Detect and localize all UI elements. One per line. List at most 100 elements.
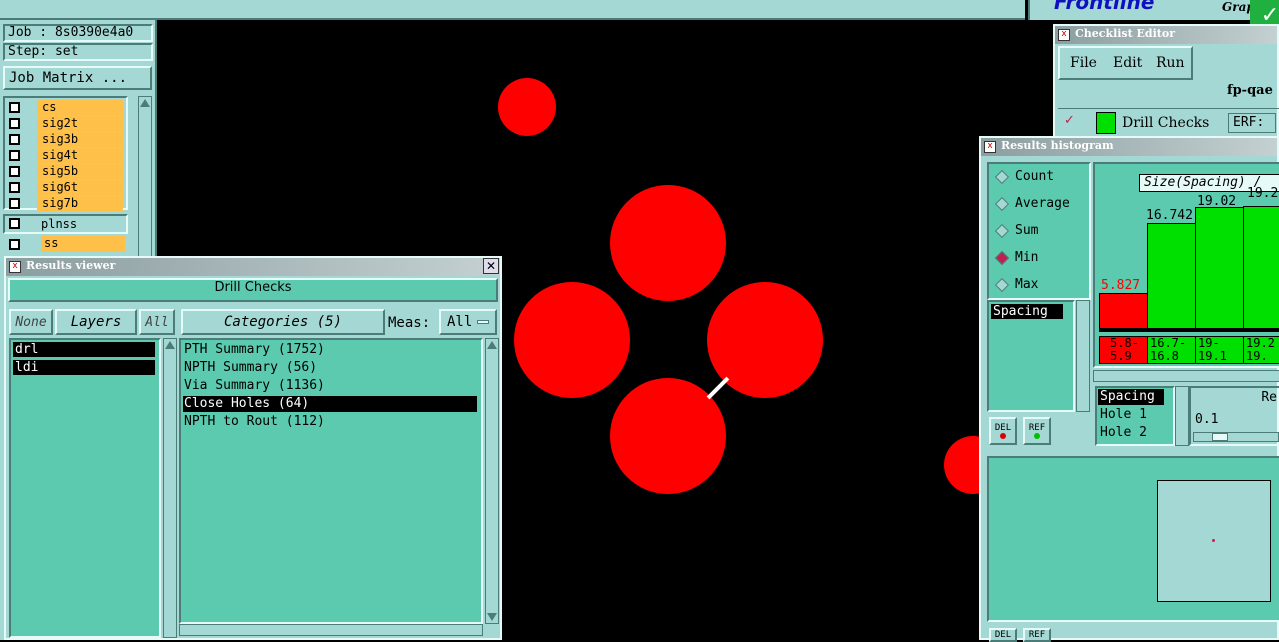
list-item-selected[interactable]: Close Holes (64) [183, 396, 477, 412]
list-item[interactable]: PTH Summary (1752) [184, 342, 325, 358]
list-item[interactable]: NPTH to Rout (112) [184, 414, 325, 430]
window-menu-icon[interactable]: x [1058, 29, 1070, 41]
radio-diamond-icon [994, 196, 1010, 212]
bin-label-bottom: 19.1 [1198, 349, 1227, 363]
layer-checkbox[interactable] [9, 134, 20, 145]
categories-button[interactable]: Categories (5) [181, 309, 385, 335]
layer-name: ss [41, 236, 125, 252]
list-item[interactable]: ldi [13, 360, 155, 375]
range-label: Re [1261, 390, 1277, 405]
del-label: DEL [994, 423, 1012, 433]
radio-max[interactable]: Max [991, 274, 1071, 296]
meas-select[interactable]: All [439, 309, 497, 335]
menu-run[interactable]: Run [1156, 55, 1185, 71]
checklist-editor-titlebar[interactable]: x Checklist Editor [1055, 26, 1277, 44]
layer-name: sig3b [37, 132, 123, 147]
radio-diamond-icon [994, 169, 1010, 185]
slider-thumb[interactable] [1212, 433, 1228, 441]
all-button[interactable]: All [139, 309, 175, 335]
window-menu-icon[interactable]: x [9, 261, 21, 273]
range-value: 0.1 [1195, 412, 1219, 427]
layer-row-ss[interactable]: ss [3, 236, 128, 254]
list-item[interactable]: drl [13, 342, 155, 357]
radio-label: Count [1015, 169, 1055, 184]
layer-checkbox[interactable] [9, 102, 20, 113]
layer-checkbox[interactable] [9, 150, 20, 161]
del-button[interactable]: DEL [989, 417, 1017, 445]
menu-file[interactable]: File [1070, 55, 1097, 71]
layers-list[interactable]: drl ldi [9, 338, 161, 638]
radio-sum[interactable]: Sum [991, 220, 1071, 242]
scroll-up-icon[interactable] [140, 99, 150, 107]
radio-count[interactable]: Count [991, 166, 1071, 188]
layer-checkbox[interactable] [9, 118, 20, 129]
bar-value-label: 16.742 [1146, 208, 1193, 223]
list-item[interactable]: Hole 1 [1100, 407, 1147, 423]
layer-scrollbar[interactable] [138, 96, 152, 266]
list-item[interactable]: NPTH Summary (56) [184, 360, 317, 376]
categories-scrollbar[interactable] [485, 338, 499, 624]
checklist-name: fp-qae [1227, 83, 1273, 98]
bin-label[interactable]: 16.7- 16.8 [1147, 336, 1196, 364]
histogram-bar[interactable] [1243, 206, 1279, 329]
panel-header: Drill Checks [8, 278, 498, 302]
layer-checkbox[interactable] [9, 218, 20, 229]
ref-label: REF [1028, 630, 1046, 640]
spacing-marker [706, 376, 730, 400]
results-viewer-titlebar[interactable]: x Results viewer [6, 258, 500, 276]
chart-hscrollbar[interactable] [1093, 370, 1279, 382]
check-mark-icon[interactable]: ✓ [1064, 113, 1075, 128]
list-item[interactable]: Hole 2 [1100, 425, 1147, 441]
layer-checkbox[interactable] [9, 182, 20, 193]
job-matrix-button[interactable]: Job Matrix ... [3, 66, 152, 90]
categories-list[interactable]: PTH Summary (1752) NPTH Summary (56) Via… [179, 338, 483, 624]
measure-scrollbar[interactable] [1076, 300, 1090, 412]
radio-diamond-icon [994, 223, 1010, 239]
bin-label[interactable]: 5.8- 5.9 [1099, 336, 1148, 364]
bin-label[interactable]: 19- 19.1 [1195, 336, 1244, 364]
ref-button[interactable]: REF [1023, 417, 1051, 445]
ref-label: REF [1028, 423, 1046, 433]
erf-label: ERF: [1228, 113, 1276, 133]
window-menu-icon[interactable]: x [984, 141, 996, 153]
categories-hscrollbar[interactable] [179, 624, 483, 636]
layers-button[interactable]: Layers [55, 309, 137, 335]
step-name: Step: set [3, 43, 153, 61]
radio-min[interactable]: Min [991, 247, 1071, 269]
scroll-up-icon[interactable] [165, 341, 175, 349]
layer-row-plnss[interactable]: plnss [3, 214, 128, 234]
scroll-up-icon[interactable] [487, 341, 497, 349]
range-slider[interactable] [1193, 432, 1279, 442]
meas-value: All [447, 314, 473, 330]
radio-label: Sum [1015, 223, 1039, 238]
bin-label-bottom: 19. [1246, 349, 1268, 363]
results-viewer-window: x Results viewer ✕ Drill Checks None Laye… [4, 256, 502, 640]
none-button[interactable]: None [9, 309, 53, 335]
measure-list[interactable]: Spacing [987, 300, 1075, 412]
brand-area: Frontline Grap ✓ [1028, 0, 1279, 40]
attribute-list[interactable]: Spacing Hole 1 Hole 2 [1095, 386, 1175, 446]
layer-name: sig2t [37, 116, 123, 131]
layer-name: cs [37, 100, 123, 115]
check-row[interactable]: ✓ Drill Checks ERF: [1058, 108, 1279, 134]
histogram-titlebar[interactable]: x Results histogram [981, 138, 1277, 156]
histogram-bar[interactable] [1195, 207, 1244, 329]
menu-edit[interactable]: Edit [1113, 55, 1142, 71]
list-item[interactable]: Via Summary (1136) [184, 378, 325, 394]
attribute-scrollbar[interactable] [1175, 386, 1189, 446]
scroll-down-icon[interactable] [487, 613, 497, 621]
radio-label: Average [1015, 196, 1070, 211]
layer-checkbox[interactable] [9, 198, 20, 209]
close-icon[interactable]: ✕ [483, 258, 499, 274]
histogram-bar[interactable] [1099, 293, 1148, 329]
bin-label[interactable]: 19.2 19. [1243, 336, 1279, 364]
layer-checkbox[interactable] [9, 166, 20, 177]
radio-average[interactable]: Average [991, 193, 1071, 215]
red-dot-icon [1000, 433, 1006, 439]
list-item-selected[interactable]: Spacing [991, 304, 1063, 319]
layers-scrollbar[interactable] [163, 338, 177, 638]
list-item-selected[interactable]: Spacing [1098, 389, 1164, 405]
layer-checkbox[interactable] [9, 239, 20, 250]
histogram-bar[interactable] [1147, 223, 1196, 329]
preview-window[interactable] [1157, 480, 1271, 602]
